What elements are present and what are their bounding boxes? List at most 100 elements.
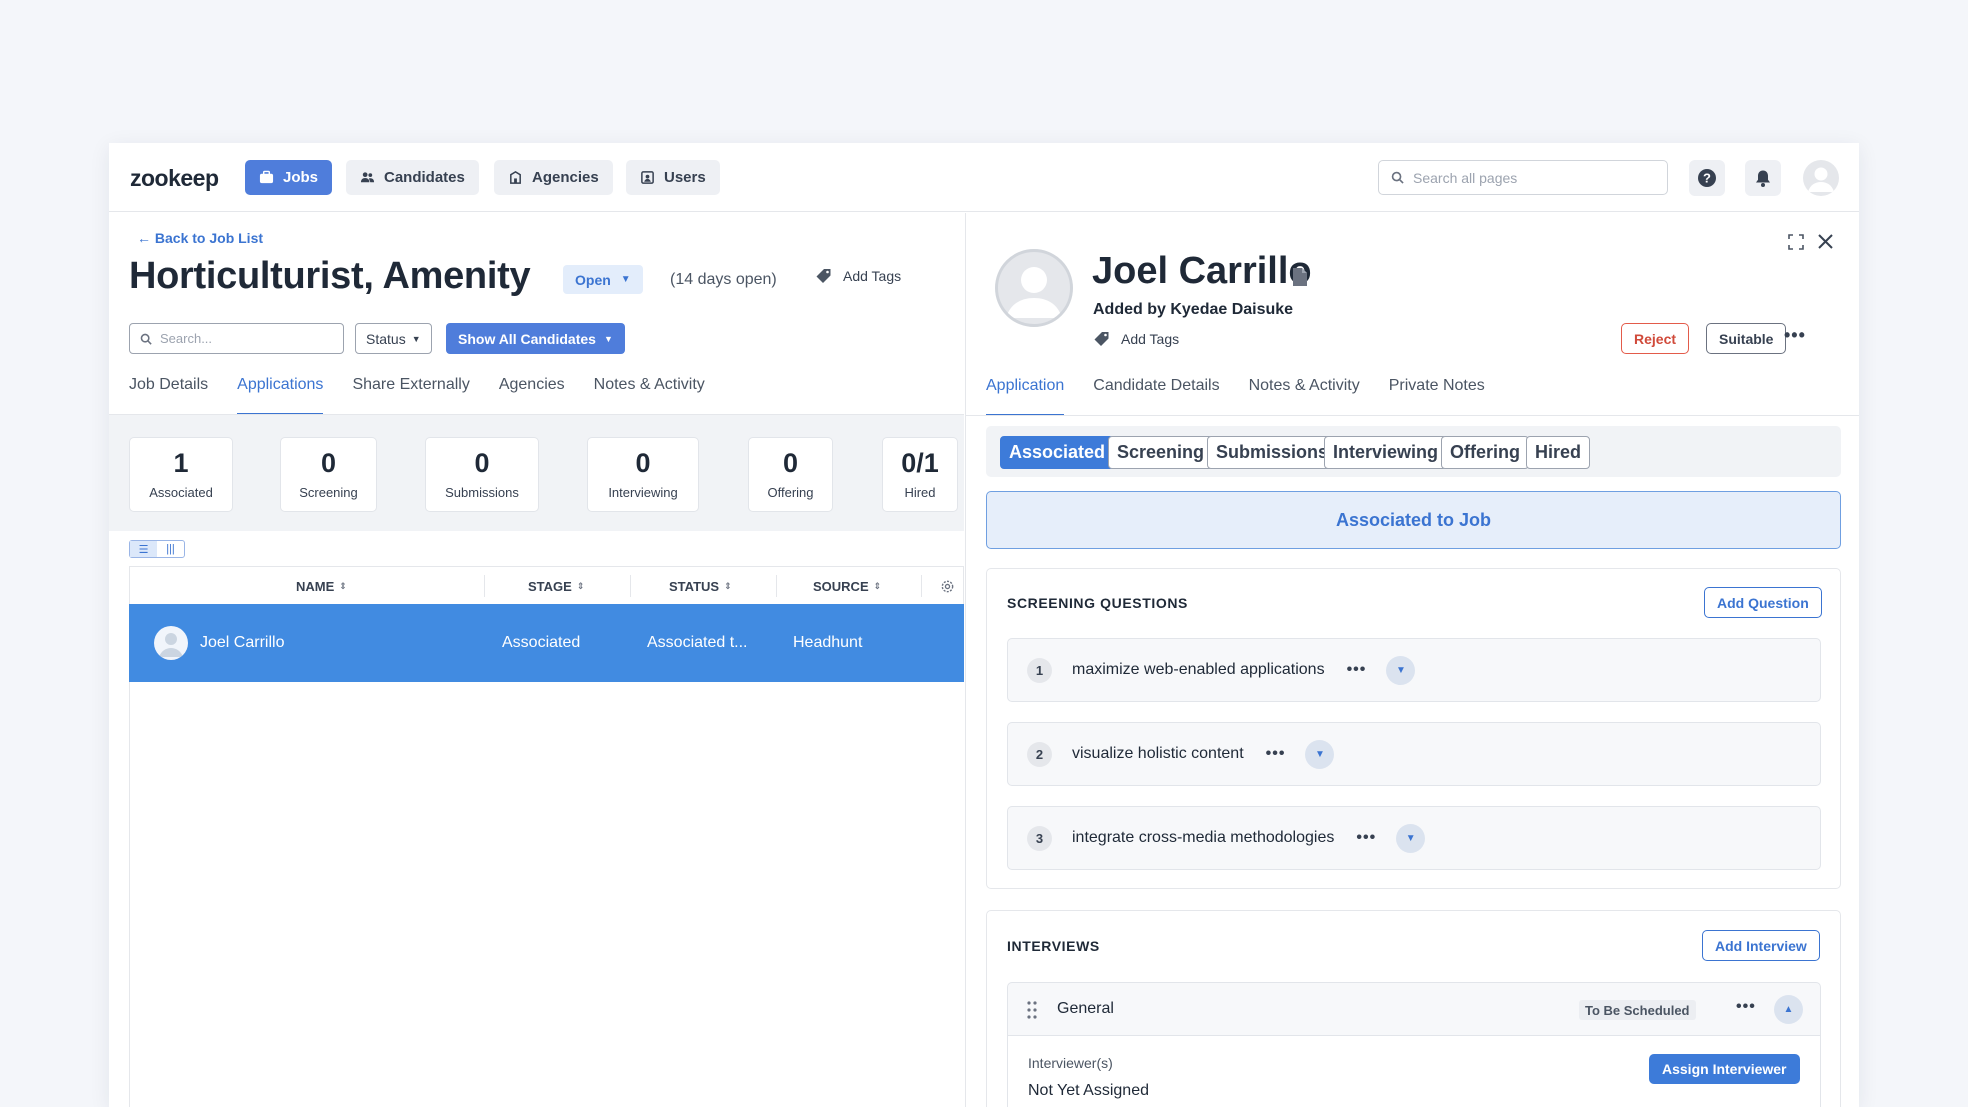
question-number: 1 <box>1027 657 1052 683</box>
row-candidate-name: Joel Carrillo <box>200 634 285 651</box>
tab-agencies[interactable]: Agencies <box>499 373 565 415</box>
job-title: Horticulturist, Amenity <box>129 255 531 297</box>
stage-hired[interactable]: Hired <box>1526 436 1591 469</box>
stat-label: Offering <box>767 485 814 500</box>
stat-interviewing[interactable]: 0 Interviewing <box>587 437 699 512</box>
candidate-search[interactable] <box>129 323 344 354</box>
job-status-dropdown[interactable]: Open ▼ <box>563 265 643 294</box>
question-item[interactable]: 1 maximize web-enabled applications ••• … <box>1007 638 1821 702</box>
tab-job-details[interactable]: Job Details <box>129 373 208 415</box>
column-header-source[interactable]: SOURCE ⇕ <box>813 567 881 605</box>
expand-icon[interactable] <box>1788 234 1804 250</box>
stage-screening[interactable]: Screening <box>1108 436 1214 469</box>
stage-offering[interactable]: Offering <box>1441 436 1529 469</box>
stat-hired[interactable]: 0/1 Hired <box>882 437 958 512</box>
search-icon <box>140 333 152 345</box>
user-badge-icon <box>641 171 654 184</box>
interviewer-value: Not Yet Assigned <box>1028 1082 1149 1099</box>
stat-value: 0 <box>635 448 651 478</box>
nav-agencies[interactable]: Agencies <box>494 160 613 195</box>
more-options-icon[interactable]: ••• <box>1784 325 1806 346</box>
assign-interviewer-button[interactable]: Assign Interviewer <box>1649 1054 1800 1084</box>
question-expand-button[interactable]: ▼ <box>1386 655 1416 685</box>
candidate-add-tags-label: Add Tags <box>1121 331 1180 347</box>
tab-notes-activity[interactable]: Notes & Activity <box>594 373 705 415</box>
candidate-add-tags[interactable]: Add Tags <box>1093 330 1179 348</box>
nav-jobs[interactable]: Jobs <box>245 160 333 195</box>
pipeline-stats: 1 Associated 0 Screening 0 Submissions 0… <box>109 415 964 531</box>
candidate-name: Joel Carrillo <box>1092 250 1312 292</box>
tag-icon <box>1094 332 1109 346</box>
show-all-candidates-dropdown[interactable]: Show All Candidates ▼ <box>446 323 625 354</box>
status-filter-dropdown[interactable]: Status ▼ <box>355 323 432 354</box>
row-status: Associated t... <box>647 634 748 651</box>
stat-value: 0 <box>320 448 337 478</box>
stat-label: Submissions <box>445 485 519 500</box>
column-header-name[interactable]: NAME ⇕ <box>296 567 347 605</box>
suitable-button[interactable]: Suitable <box>1706 323 1787 354</box>
stat-submissions[interactable]: 0 Submissions <box>425 437 539 512</box>
stat-value: 0/1 <box>901 448 939 478</box>
users-icon <box>360 172 375 183</box>
resume-icon[interactable] <box>1292 267 1308 287</box>
logo[interactable]: zookeep <box>130 165 219 192</box>
drag-handle-icon[interactable] <box>1027 1001 1037 1019</box>
tab-candidate-details[interactable]: Candidate Details <box>1093 374 1219 416</box>
caret-down-icon: ▼ <box>620 274 631 285</box>
global-search[interactable] <box>1378 160 1668 195</box>
list-view-icon[interactable]: ☰ <box>130 541 157 557</box>
nav-users[interactable]: Users <box>626 160 720 195</box>
table-row[interactable]: Joel Carrillo Associated Associated t...… <box>129 604 964 682</box>
tab-applications[interactable]: Applications <box>237 373 324 415</box>
interview-more-icon[interactable]: ••• <box>1736 998 1756 1016</box>
add-interview-button[interactable]: Add Interview <box>1702 930 1820 961</box>
stat-offering[interactable]: 0 Offering <box>748 437 833 512</box>
back-to-job-list-link[interactable]: ← Back to Job List <box>137 230 263 246</box>
question-more-icon[interactable]: ••• <box>1266 745 1286 763</box>
nav-users-label: Users <box>664 169 706 186</box>
help-button[interactable]: ? <box>1689 160 1725 196</box>
stage-interviewing[interactable]: Interviewing <box>1324 436 1448 469</box>
days-open: (14 days open) <box>670 271 777 288</box>
question-more-icon[interactable]: ••• <box>1356 829 1376 847</box>
add-question-button[interactable]: Add Question <box>1704 587 1822 618</box>
notifications-button[interactable] <box>1745 160 1781 196</box>
question-more-icon[interactable]: ••• <box>1347 661 1367 679</box>
question-text: visualize holistic content <box>1072 745 1244 762</box>
job-add-tags[interactable]: Add Tags <box>815 267 901 285</box>
bell-icon <box>1756 170 1770 187</box>
stage-submissions[interactable]: Submissions <box>1207 436 1338 469</box>
question-expand-button[interactable]: ▼ <box>1396 823 1426 853</box>
nav-candidates[interactable]: Candidates <box>346 160 479 195</box>
column-header-stage[interactable]: STAGE ⇕ <box>528 567 584 605</box>
table-settings-button[interactable] <box>940 567 955 605</box>
stage-selector: Associated Screening Submissions Intervi… <box>986 426 1841 477</box>
candidate-search-input[interactable] <box>160 331 330 346</box>
nav-jobs-label: Jobs <box>283 169 319 186</box>
tab-notes-activity[interactable]: Notes & Activity <box>1249 374 1360 416</box>
stage-associated[interactable]: Associated <box>1000 436 1115 469</box>
tab-private-notes[interactable]: Private Notes <box>1389 374 1485 416</box>
interviewer-label: Interviewer(s) <box>1028 1055 1113 1071</box>
caret-down-icon: ▼ <box>603 333 613 344</box>
stat-associated[interactable]: 1 Associated <box>129 437 233 512</box>
tab-application[interactable]: Application <box>986 374 1065 416</box>
user-avatar[interactable] <box>1803 160 1839 196</box>
stat-screening[interactable]: 0 Screening <box>280 437 377 512</box>
column-divider <box>630 575 631 597</box>
chevron-up-icon: ▲ <box>1783 1004 1794 1015</box>
question-text: integrate cross-media methodologies <box>1072 829 1335 846</box>
question-item[interactable]: 2 visualize holistic content ••• ▼ <box>1007 722 1821 786</box>
interview-item[interactable]: General To Be Scheduled ••• ▲ <box>1007 982 1821 1036</box>
question-item[interactable]: 3 integrate cross-media methodologies ••… <box>1007 806 1821 870</box>
tab-share-externally[interactable]: Share Externally <box>352 373 469 415</box>
reject-button[interactable]: Reject <box>1621 323 1690 354</box>
question-expand-button[interactable]: ▼ <box>1305 739 1335 769</box>
job-panel: ← Back to Job List Horticulturist, Ameni… <box>109 213 964 1107</box>
column-header-status[interactable]: STATUS ⇕ <box>669 567 732 605</box>
global-search-input[interactable] <box>1413 169 1653 186</box>
interview-collapse-button[interactable]: ▲ <box>1774 995 1803 1024</box>
column-view-icon[interactable]: ||| <box>157 541 184 557</box>
row-source: Headhunt <box>793 634 863 651</box>
close-icon[interactable] <box>1817 233 1834 250</box>
